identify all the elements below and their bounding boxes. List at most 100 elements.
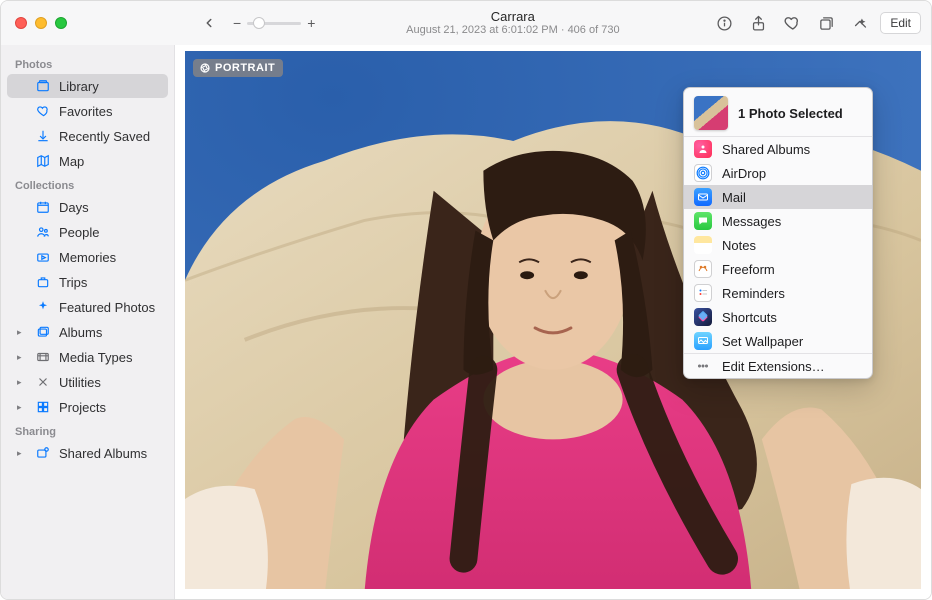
sidebar-item-label: Albums [59, 325, 158, 340]
share-item-messages[interactable]: Messages [684, 209, 872, 233]
share-item-label: Reminders [722, 286, 862, 301]
share-item-shortcuts[interactable]: Shortcuts [684, 305, 872, 329]
media-types-icon [35, 349, 51, 365]
sidebar-item-days[interactable]: Days [7, 195, 168, 219]
sidebar-item-label: Trips [59, 275, 158, 290]
toolbar-center: Carrara August 21, 2023 at 6:01:02 PM · … [315, 10, 710, 36]
share-menu-header: 1 Photo Selected [684, 88, 872, 136]
share-item-label: Set Wallpaper [722, 334, 862, 349]
people-icon [35, 224, 51, 240]
sidebar-item-label: People [59, 225, 158, 240]
toolbar-right: Edit [710, 9, 931, 37]
info-button[interactable] [710, 9, 738, 37]
reminders-app-icon [694, 284, 712, 302]
zoom-track[interactable] [247, 22, 301, 25]
zoom-out-icon: − [233, 15, 241, 31]
sparkle-icon [35, 299, 51, 315]
library-icon [35, 78, 51, 94]
sidebar-item-people[interactable]: People [7, 220, 168, 244]
share-item-shared-albums[interactable]: Shared Albums [684, 137, 872, 161]
wallpaper-app-icon [694, 332, 712, 350]
back-button[interactable] [195, 9, 223, 37]
messages-app-icon [694, 212, 712, 230]
zoom-knob[interactable] [253, 17, 265, 29]
rotate-button[interactable] [812, 9, 840, 37]
share-item-label: Shared Albums [722, 142, 862, 157]
share-button[interactable] [744, 9, 772, 37]
sidebar-item-library[interactable]: Library [7, 74, 168, 98]
sidebar-item-favorites[interactable]: Favorites [7, 99, 168, 123]
share-item-freeform[interactable]: Freeform [684, 257, 872, 281]
auto-enhance-button[interactable] [846, 9, 874, 37]
share-item-label: AirDrop [722, 166, 862, 181]
sidebar-item-label: Map [59, 154, 158, 169]
sidebar-item-shared-albums[interactable]: ▸ Shared Albums [7, 441, 168, 465]
projects-icon [35, 399, 51, 415]
photo-subtitle: August 21, 2023 at 6:01:02 PM · 406 of 7… [406, 24, 619, 36]
toolbar-left: − + [191, 9, 315, 37]
photo-viewer: PORTRAIT 1 Photo Selected Shared Albums … [175, 45, 931, 599]
sidebar-item-label: Utilities [59, 375, 158, 390]
extensions-icon [694, 357, 712, 375]
close-window-button[interactable] [15, 17, 27, 29]
sidebar-item-label: Media Types [59, 350, 158, 365]
share-thumbnail [694, 96, 728, 130]
utilities-icon [35, 374, 51, 390]
share-item-label: Mail [722, 190, 862, 205]
sidebar-item-label: Days [59, 200, 158, 215]
edit-button-label: Edit [890, 16, 911, 30]
aperture-icon [199, 62, 211, 74]
sidebar-item-recently-saved[interactable]: Recently Saved [7, 124, 168, 148]
toolbar: − + Carrara August 21, 2023 at 6:01:02 P… [1, 1, 931, 45]
calendar-icon [35, 199, 51, 215]
share-item-edit-extensions[interactable]: Edit Extensions… [684, 354, 872, 378]
fullscreen-window-button[interactable] [55, 17, 67, 29]
share-item-set-wallpaper[interactable]: Set Wallpaper [684, 329, 872, 353]
chevron-right-icon: ▸ [17, 448, 27, 459]
suitcase-icon [35, 274, 51, 290]
photo-title: Carrara [491, 10, 535, 24]
minimize-window-button[interactable] [35, 17, 47, 29]
share-item-label: Freeform [722, 262, 862, 277]
sidebar-item-utilities[interactable]: ▸ Utilities [7, 370, 168, 394]
sidebar-item-featured-photos[interactable]: Featured Photos [7, 295, 168, 319]
sidebar-item-label: Featured Photos [59, 300, 158, 315]
share-item-label: Notes [722, 238, 862, 253]
share-item-reminders[interactable]: Reminders [684, 281, 872, 305]
portrait-badge: PORTRAIT [193, 59, 283, 77]
albums-icon [35, 324, 51, 340]
sidebar-item-memories[interactable]: Memories [7, 245, 168, 269]
notes-app-icon [694, 236, 712, 254]
share-item-label: Edit Extensions… [722, 359, 862, 374]
window-controls [1, 17, 81, 29]
share-item-mail[interactable]: Mail [684, 185, 872, 209]
chevron-right-icon: ▸ [17, 377, 27, 388]
memories-icon [35, 249, 51, 265]
sidebar-item-label: Favorites [59, 104, 158, 119]
sidebar-item-media-types[interactable]: ▸Media Types [7, 345, 168, 369]
sidebar-item-projects[interactable]: ▸Projects [7, 395, 168, 419]
main-split: Photos Library Favorites Recently Saved … [1, 45, 931, 599]
shortcuts-app-icon [694, 308, 712, 326]
shared-albums-app-icon [694, 140, 712, 158]
app-window: − + Carrara August 21, 2023 at 6:01:02 P… [0, 0, 932, 600]
freeform-app-icon [694, 260, 712, 278]
favorite-button[interactable] [778, 9, 806, 37]
sidebar-item-label: Recently Saved [59, 129, 158, 144]
zoom-in-icon: + [307, 15, 315, 31]
share-menu[interactable]: 1 Photo Selected Shared Albums AirDrop M… [683, 87, 873, 379]
sidebar-item-albums[interactable]: ▸Albums [7, 320, 168, 344]
zoom-slider[interactable]: − + [233, 15, 315, 31]
share-item-airdrop[interactable]: AirDrop [684, 161, 872, 185]
share-item-label: Shortcuts [722, 310, 862, 325]
sidebar-item-map[interactable]: Map [7, 149, 168, 173]
edit-button[interactable]: Edit [880, 12, 921, 34]
sidebar-item-label: Shared Albums [59, 446, 158, 461]
sidebar-section-sharing: Sharing [5, 420, 170, 440]
sidebar-item-label: Memories [59, 250, 158, 265]
share-item-notes[interactable]: Notes [684, 233, 872, 257]
sidebar-item-label: Projects [59, 400, 158, 415]
sidebar: Photos Library Favorites Recently Saved … [1, 45, 175, 599]
sidebar-item-trips[interactable]: Trips [7, 270, 168, 294]
mail-app-icon [694, 188, 712, 206]
